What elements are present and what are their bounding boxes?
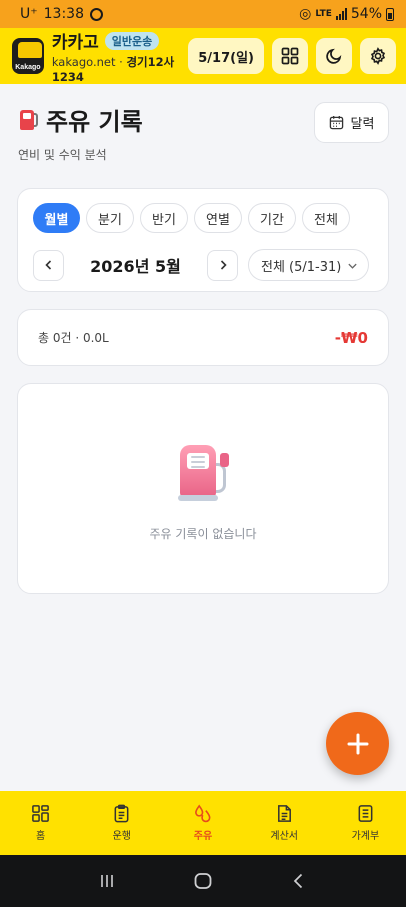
moon-icon xyxy=(326,48,342,64)
home-grid-icon xyxy=(32,805,49,822)
system-navigation-bar xyxy=(0,855,406,907)
nav-invoice[interactable]: 계산서 xyxy=(244,791,325,855)
nav-invoice-label: 계산서 xyxy=(270,831,299,842)
current-month-label: 2026년 5월 xyxy=(90,257,181,276)
grid-menu-button[interactable] xyxy=(272,38,308,74)
page-title: 주유 기록 xyxy=(46,108,143,136)
tab-yearly[interactable]: 연별 xyxy=(194,203,242,233)
fuel-pump-illustration-icon xyxy=(178,445,232,501)
empty-state-card: 주유 기록이 없습니다 xyxy=(17,383,389,594)
nav-ledger[interactable]: 가계부 xyxy=(325,791,406,855)
nav-home[interactable]: 홈 xyxy=(0,791,81,855)
tab-custom-range[interactable]: 기간 xyxy=(248,203,296,233)
page-title-row: 주유 기록 xyxy=(18,102,143,137)
dark-mode-button[interactable] xyxy=(316,38,352,74)
fuel-drop-icon xyxy=(195,804,211,823)
logo-text: Kakago xyxy=(15,64,41,71)
previous-month-button[interactable] xyxy=(33,249,64,281)
app-header: Kakago 카카고 일반운송 kakago.net · 경기12사1234 5… xyxy=(0,28,406,84)
signal-icon xyxy=(335,8,347,20)
month-navigator: 2026년 5월 전체 (5/1-31) xyxy=(33,249,369,281)
chevron-right-icon xyxy=(220,260,227,270)
recent-apps-icon[interactable] xyxy=(98,872,116,890)
gear-icon xyxy=(370,47,386,65)
date-range-value: 전체 (5/1-31) xyxy=(261,259,342,275)
calendar-button[interactable]: 달력 xyxy=(314,102,389,143)
back-icon[interactable] xyxy=(290,872,308,890)
date-button[interactable]: 5/17(일) xyxy=(188,38,264,74)
calendar-icon xyxy=(329,115,343,130)
hotspot-icon: ◎ xyxy=(299,6,312,22)
status-bar: U⁺ 13:38 ◎ LTE 54% xyxy=(0,0,406,28)
transport-type-badge: 일반운송 xyxy=(104,31,160,50)
header-separator: · xyxy=(119,55,123,69)
chevron-left-icon xyxy=(44,260,51,270)
period-tabs: 월별 분기 반기 연별 기간 전체 xyxy=(33,203,350,233)
battery-icon xyxy=(386,7,394,21)
bottom-navigation: 홈 운행 주유 계산서 가계부 xyxy=(0,791,406,855)
network-label: LTE xyxy=(315,9,332,19)
tab-monthly[interactable]: 월별 xyxy=(33,203,80,233)
plus-icon xyxy=(347,733,368,754)
next-month-button[interactable] xyxy=(207,249,238,281)
app-name: 카카고 xyxy=(51,33,99,53)
nav-ledger-label: 가계부 xyxy=(351,831,380,842)
home-icon[interactable] xyxy=(193,871,213,891)
nav-fuel[interactable]: 주유 xyxy=(162,791,243,855)
app-logo[interactable]: Kakago xyxy=(12,38,44,74)
status-time: 13:38 xyxy=(43,6,84,22)
domain-label: kakago.net xyxy=(51,55,116,69)
nav-home-label: 홈 xyxy=(36,831,46,842)
summary-totals: 총 0건 · 0.0L xyxy=(38,331,109,345)
brand-block: 카카고 일반운송 kakago.net · 경기12사1234 xyxy=(52,28,188,84)
document-icon xyxy=(277,805,291,822)
calendar-button-label: 달력 xyxy=(350,117,375,132)
page-subtitle: 연비 및 수익 분석 xyxy=(18,148,107,162)
clipboard-icon xyxy=(114,804,129,823)
fuel-pump-icon xyxy=(18,108,40,132)
nav-fuel-label: 주유 xyxy=(193,831,213,842)
grid-icon xyxy=(281,47,299,65)
ledger-icon xyxy=(358,805,373,822)
settings-button[interactable] xyxy=(360,38,396,74)
empty-state-message: 주유 기록이 없습니다 xyxy=(149,527,257,541)
carrier-label: U⁺ xyxy=(20,6,38,22)
notification-icon xyxy=(90,7,103,21)
nav-trips[interactable]: 운행 xyxy=(81,791,162,855)
summary-amount: -₩0 xyxy=(334,328,368,347)
period-filter-card: 월별 분기 반기 연별 기간 전체 2026년 5월 전체 (5/1-31) xyxy=(17,188,389,292)
tab-all[interactable]: 전체 xyxy=(302,203,350,233)
tab-quarterly[interactable]: 분기 xyxy=(86,203,134,233)
fuel-summary-card: 총 0건 · 0.0L -₩0 xyxy=(17,309,389,366)
add-fuel-record-button[interactable] xyxy=(326,712,389,775)
battery-label: 54% xyxy=(350,6,382,22)
nav-trips-label: 운행 xyxy=(112,831,131,842)
tab-half-yearly[interactable]: 반기 xyxy=(140,203,188,233)
date-range-select[interactable]: 전체 (5/1-31) xyxy=(248,249,369,281)
chevron-down-icon xyxy=(348,263,357,269)
